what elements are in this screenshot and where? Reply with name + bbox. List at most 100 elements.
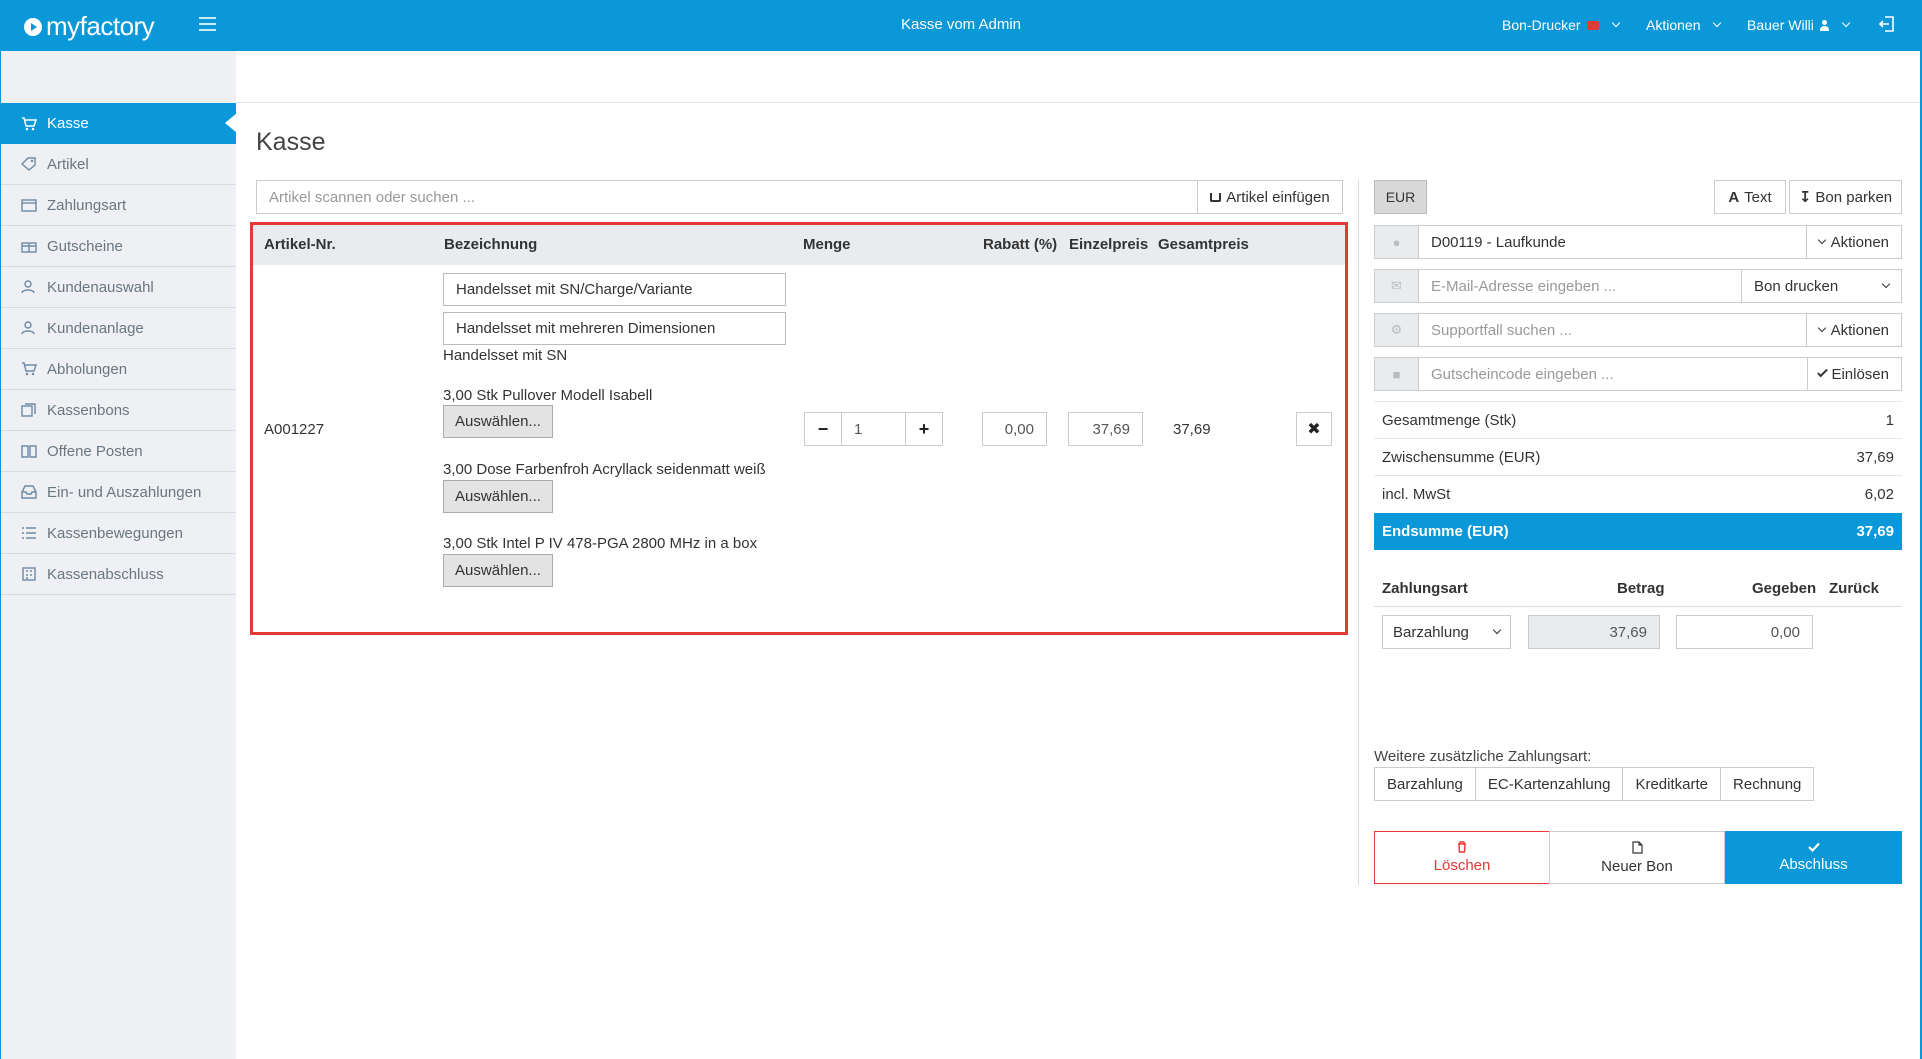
support-row: ⚙ Supportfall suchen ... Aktionen <box>1374 313 1902 347</box>
extra-payment-ec[interactable]: EC-Kartenzahlung <box>1474 767 1624 801</box>
new-receipt-button[interactable]: Neuer Bon <box>1549 831 1725 884</box>
chevron-down-icon <box>1817 323 1826 333</box>
article-search: Artikel scannen oder suchen ... Artikel … <box>256 180 1343 214</box>
extra-payment-cash[interactable]: Barzahlung <box>1374 767 1476 801</box>
decrement-button[interactable]: − <box>805 413 841 445</box>
col-article-no: Artikel-Nr. <box>264 236 336 253</box>
sidebar-item-offene-posten[interactable]: Offene Posten <box>1 431 236 472</box>
support-search-input[interactable]: Supportfall suchen ... <box>1419 314 1806 346</box>
name-field-2[interactable]: Handelsset mit mehreren Dimensionen <box>443 312 786 345</box>
sidebar-item-label: Ein- und Auszahlungen <box>47 483 202 501</box>
sidebar-item-kassenbewegungen[interactable]: Kassenbewegungen <box>1 513 236 554</box>
sidebar-item-kundenanlage[interactable]: Kundenanlage <box>1 308 236 349</box>
sidebar-item-abholungen[interactable]: Abholungen <box>1 349 236 390</box>
park-receipt-button[interactable]: ↧ Bon parken <box>1789 180 1902 214</box>
wallet-icon <box>21 198 37 212</box>
component-text: 3,00 Stk Pullover Modell Isabell <box>443 387 653 404</box>
cart-icon <box>1210 192 1222 202</box>
panel-divider <box>1358 180 1359 885</box>
col-discount: Rabatt (%) <box>983 236 1058 253</box>
discount-input[interactable]: 0,00 <box>982 412 1047 446</box>
top-bar: myfactory Kasse vom Admin Bon-Drucker Ak… <box>0 0 1922 51</box>
choose-button[interactable]: Auswählen... <box>443 405 553 438</box>
customer-row: ● D00119 - Laufkunde Aktionen <box>1374 225 1902 259</box>
component-text: 3,00 Stk Intel P IV 478-PGA 2800 MHz in … <box>443 535 758 552</box>
chevron-down-icon <box>1611 18 1620 28</box>
unit-price-input[interactable]: 37,69 <box>1068 412 1143 446</box>
quantity-input[interactable]: 1 <box>841 413 906 445</box>
remove-row-button[interactable]: ✖ <box>1296 412 1332 446</box>
extra-payment-credit[interactable]: Kreditkarte <box>1622 767 1722 801</box>
envelope-icon: ✉ <box>1375 270 1419 302</box>
tag-icon <box>21 157 37 171</box>
arrow-down-icon: ↧ <box>1798 189 1812 206</box>
user-menu-label: Bauer Willi <box>1747 17 1814 33</box>
gear-icon: ⚙ <box>1375 314 1419 346</box>
sidebar-item-label: Kassenbons <box>47 401 130 419</box>
sidebar-item-label: Kassenabschluss <box>47 565 164 583</box>
payment-given-input[interactable]: 0,00 <box>1676 615 1813 649</box>
sidebar-item-kassenabschluss[interactable]: Kassenabschluss <box>1 554 236 595</box>
col-name: Bezeichnung <box>444 236 538 253</box>
text-button[interactable]: A Text <box>1714 180 1786 214</box>
table-header: Artikel-Nr. Bezeichnung Menge Rabatt (%)… <box>253 225 1345 265</box>
finish-button[interactable]: Abschluss <box>1725 831 1902 884</box>
voucher-input[interactable]: Gutscheincode eingeben ... <box>1419 358 1807 390</box>
chevron-down-icon <box>1817 235 1826 245</box>
trash-icon <box>1458 841 1466 853</box>
article-search-input[interactable]: Artikel scannen oder suchen ... <box>256 180 1197 214</box>
print-receipt-select[interactable]: Bon drucken <box>1741 270 1901 302</box>
voucher-row: ■ Gutscheincode eingeben ... Einlösen <box>1374 357 1902 391</box>
name-field-1[interactable]: Handelsset mit SN/Charge/Variante <box>443 273 786 306</box>
sidebar-item-label: Kundenanlage <box>47 319 144 337</box>
actions-menu[interactable]: Aktionen <box>1646 17 1722 33</box>
file-icon <box>1631 840 1643 854</box>
sidebar-item-zahlungsart[interactable]: Zahlungsart <box>1 185 236 226</box>
delete-button[interactable]: Löschen <box>1374 831 1550 884</box>
sidebar-item-kasse[interactable]: Kasse <box>1 103 237 144</box>
choose-button[interactable]: Auswählen... <box>443 554 553 587</box>
gift-icon <box>21 239 37 253</box>
cart-icon <box>21 116 37 131</box>
sidebar-item-gutscheine[interactable]: Gutscheine <box>1 226 236 267</box>
customer-field[interactable]: D00119 - Laufkunde <box>1419 226 1806 258</box>
insert-article-button[interactable]: Artikel einfügen <box>1197 180 1343 214</box>
chevron-down-icon <box>1492 625 1502 635</box>
cart-table: Artikel-Nr. Bezeichnung Menge Rabatt (%)… <box>250 222 1348 635</box>
article-number: A001227 <box>264 421 325 438</box>
inbox-icon <box>21 485 37 499</box>
currency-button[interactable]: EUR <box>1374 180 1427 214</box>
sidebar-item-ein-auszahlungen[interactable]: Ein- und Auszahlungen <box>1 472 236 513</box>
customer-actions-button[interactable]: Aktionen <box>1805 226 1901 258</box>
component-text: 3,00 Dose Farbenfroh Acryllack seidenmat… <box>443 461 766 478</box>
printer-menu[interactable]: Bon-Drucker <box>1502 17 1620 33</box>
printer-icon <box>1586 20 1599 30</box>
redeem-button[interactable]: Einlösen <box>1807 358 1901 390</box>
actions-menu-label: Aktionen <box>1646 17 1701 33</box>
payment-method-select[interactable]: Barzahlung <box>1382 615 1511 649</box>
sidebar-item-kassenbons[interactable]: Kassenbons <box>1 390 236 431</box>
extra-payment-invoice[interactable]: Rechnung <box>1720 767 1815 801</box>
increment-button[interactable]: + <box>906 413 942 445</box>
receipts-icon <box>21 403 37 417</box>
total-price: 37,69 <box>1173 421 1211 438</box>
support-actions-button[interactable]: Aktionen <box>1805 314 1901 346</box>
quantity-stepper: − 1 + <box>804 412 943 446</box>
summary-row: incl. MwSt 6,02 <box>1374 475 1902 512</box>
email-input[interactable]: E-Mail-Adresse eingeben ... <box>1419 270 1741 302</box>
logout-icon[interactable] <box>1879 16 1894 32</box>
choose-button[interactable]: Auswählen... <box>443 480 553 513</box>
summary-row: Zwischensumme (EUR) 37,69 <box>1374 438 1902 475</box>
user-search-icon <box>21 280 37 294</box>
sidebar-item-artikel[interactable]: Artikel <box>1 144 236 185</box>
user-menu[interactable]: Bauer Willi <box>1747 17 1851 33</box>
col-unit-price: Einzelpreis <box>1069 236 1149 253</box>
chevron-down-icon <box>1841 18 1851 28</box>
calculator-icon <box>21 567 37 581</box>
close-icon: ✖ <box>1307 421 1321 438</box>
email-row: ✉ E-Mail-Adresse eingeben ... Bon drucke… <box>1374 269 1902 303</box>
extra-payment-buttons: Barzahlung EC-Kartenzahlung Kreditkarte … <box>1374 767 1815 801</box>
sidebar-item-kundenauswahl[interactable]: Kundenauswahl <box>1 267 236 308</box>
list-icon <box>21 526 37 540</box>
header-strip <box>236 51 1922 103</box>
